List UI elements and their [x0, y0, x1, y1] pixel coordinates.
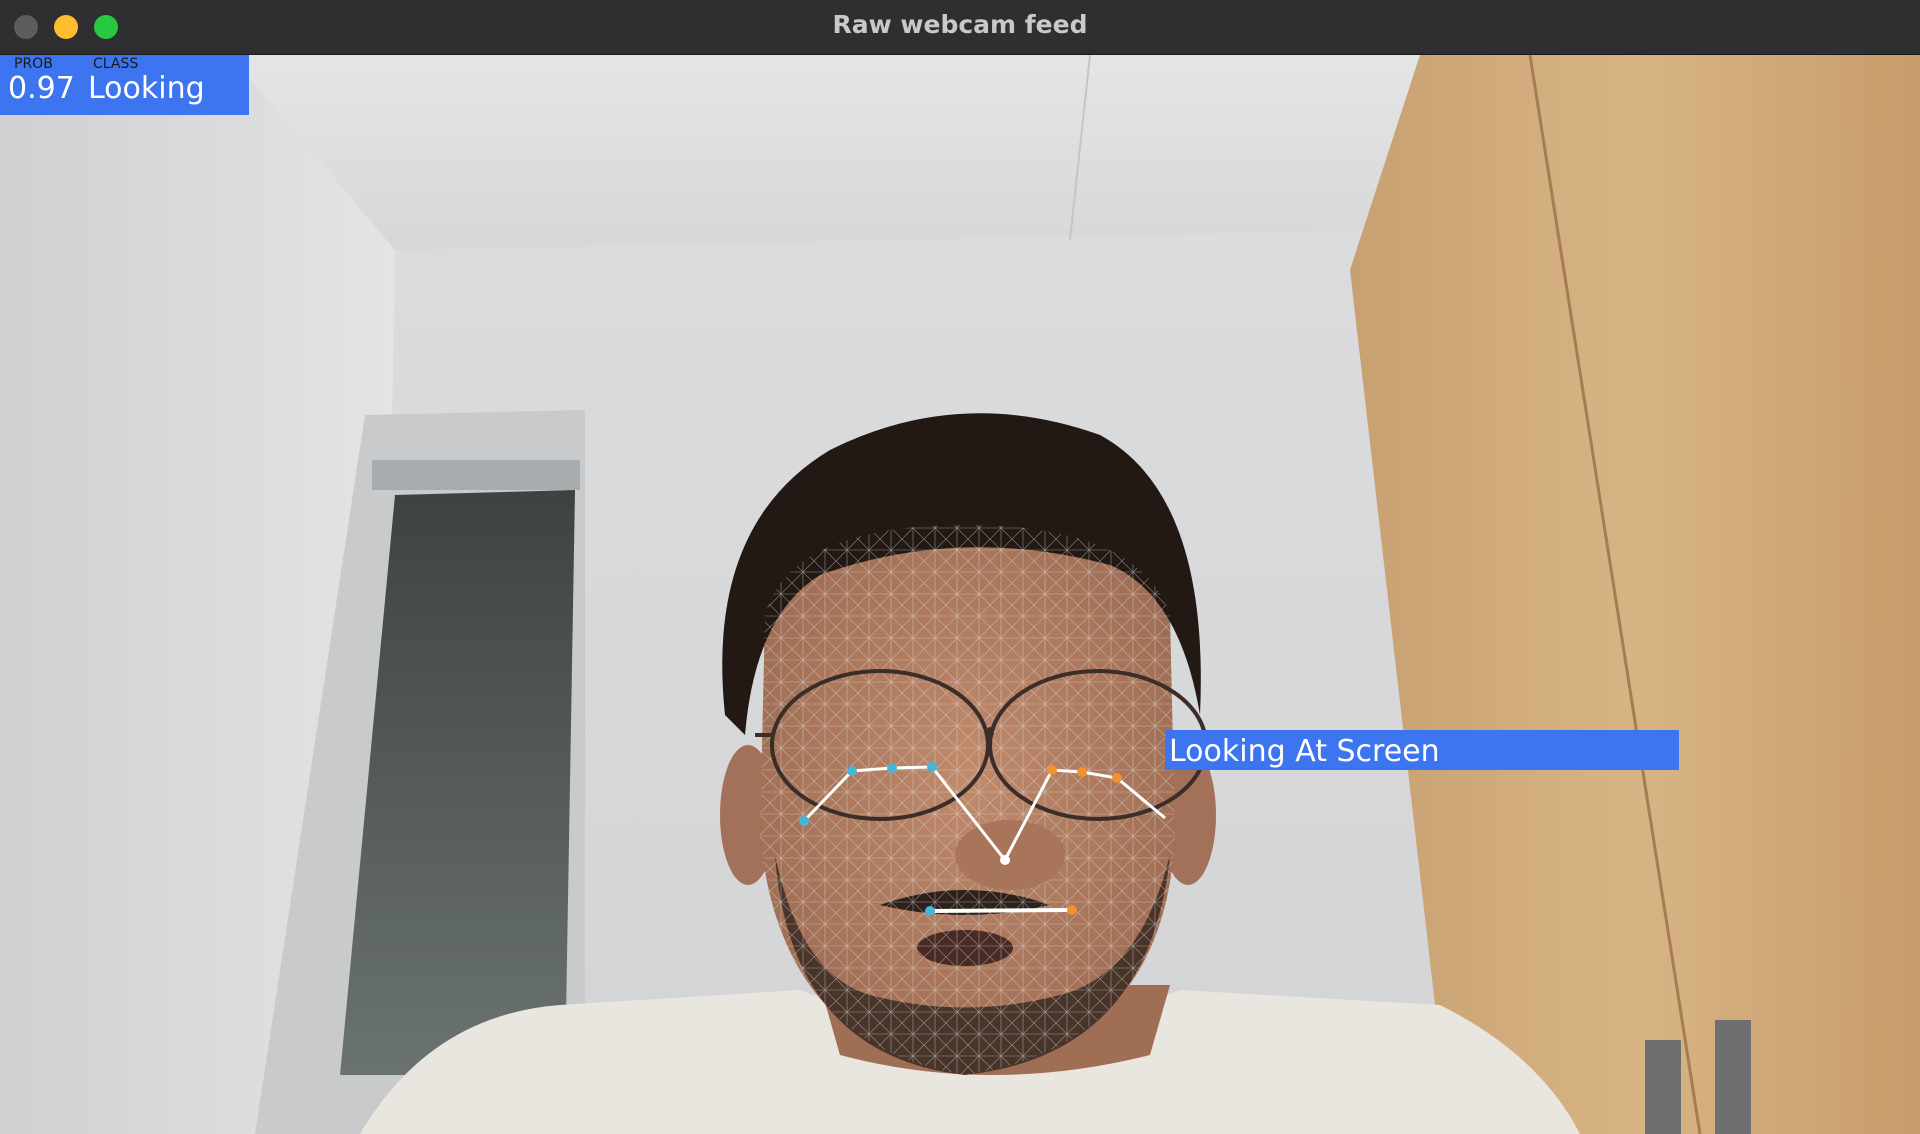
webcam-frame: PROB CLASS 0.97 Looking Looking At Scree… [0, 55, 1920, 1134]
right-eye-landmark [1047, 765, 1057, 775]
nose [955, 820, 1065, 890]
right-eye-landmark [1077, 767, 1087, 777]
mouth-right-landmark [1067, 905, 1077, 915]
webcam-feed: PROB CLASS 0.97 Looking Looking At Scree… [0, 55, 1920, 1134]
title-bar: Raw webcam feed [0, 0, 1920, 55]
window-title: Raw webcam feed [832, 10, 1088, 39]
right-eye-landmark [1112, 773, 1122, 783]
wardrobe-handle-right [1715, 1020, 1751, 1134]
mouth-left-landmark [925, 906, 935, 916]
left-eye-landmark [927, 762, 937, 772]
wardrobe-front [1350, 55, 1920, 1134]
prob-header: PROB [14, 56, 53, 72]
door-header [372, 460, 580, 490]
class-value: Looking [88, 71, 205, 106]
left-eye-landmark [847, 766, 857, 776]
wardrobe-handle-left [1645, 1040, 1681, 1134]
app-window: Raw webcam feed PROB CLASS 0.97 Looking … [0, 0, 1920, 1134]
class-header: CLASS [93, 56, 138, 72]
ceiling [230, 55, 1440, 250]
face-status-label: Looking At Screen [1169, 734, 1440, 769]
nose-tip-landmark [1000, 855, 1010, 865]
left-eye-landmark [799, 816, 809, 826]
left-eye-landmark [887, 763, 897, 773]
glasses-bridge [986, 727, 994, 736]
prob-value: 0.97 [8, 71, 75, 106]
mouth-landmark-line [929, 908, 1073, 913]
